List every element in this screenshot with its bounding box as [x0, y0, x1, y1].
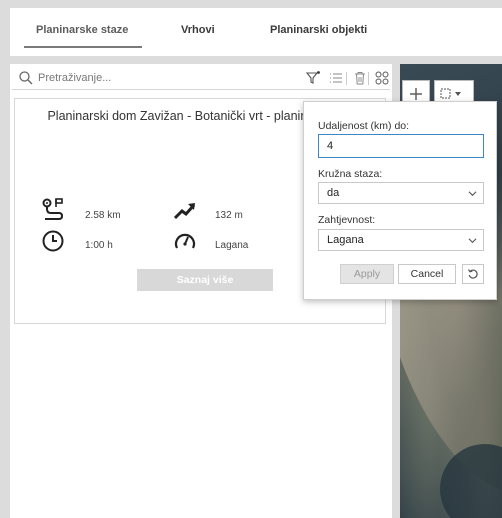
circular-select-value: da [327, 187, 340, 199]
toolbar-divider [368, 72, 369, 85]
learn-more-button[interactable]: Saznaj više [137, 269, 273, 291]
toolbar-divider [346, 72, 347, 85]
map-sea [440, 444, 502, 518]
difficulty-label: Zahtjevnost: [318, 214, 376, 226]
trail-duration: 1:00 h [85, 240, 113, 251]
reset-icon [467, 269, 478, 279]
route-icon [42, 198, 64, 220]
search-bar [12, 66, 390, 90]
tab-planinarski-objekti[interactable]: Planinarski objekti [270, 24, 367, 48]
grid-icon[interactable] [374, 70, 390, 86]
search-input[interactable] [38, 69, 298, 87]
search-icon [19, 71, 33, 85]
clock-icon [42, 230, 64, 252]
distance-input[interactable] [318, 134, 484, 158]
list-icon[interactable] [328, 70, 344, 86]
filter-icon[interactable] [305, 70, 321, 86]
difficulty-select-value: Lagana [327, 234, 364, 246]
select-tool-icon [440, 88, 461, 99]
speedometer-icon [174, 233, 196, 249]
reset-button[interactable] [462, 264, 484, 284]
circular-label: Kružna staza: [318, 168, 383, 180]
filter-popup: Udaljenost (km) do: Kružna staza: da Zah… [303, 101, 497, 300]
distance-label: Udaljenost (km) do: [318, 120, 410, 132]
circular-select[interactable]: da [318, 182, 484, 204]
trail-elevation: 132 m [215, 210, 243, 221]
trail-distance: 2.58 km [85, 210, 121, 221]
apply-button[interactable]: Apply [340, 264, 394, 284]
trash-icon[interactable] [352, 70, 368, 86]
plus-icon [410, 88, 422, 100]
tab-planinarske-staze[interactable]: Planinarske staze [24, 24, 142, 48]
difficulty-select[interactable]: Lagana [318, 229, 484, 251]
trending-up-icon [173, 203, 196, 220]
chevron-down-icon [468, 191, 477, 197]
cancel-button[interactable]: Cancel [398, 264, 456, 284]
tab-bar: Planinarske staze Vrhovi Planinarski obj… [10, 8, 502, 56]
tab-vrhovi[interactable]: Vrhovi [181, 24, 215, 48]
chevron-down-icon [468, 238, 477, 244]
trail-difficulty: Lagana [215, 240, 249, 251]
